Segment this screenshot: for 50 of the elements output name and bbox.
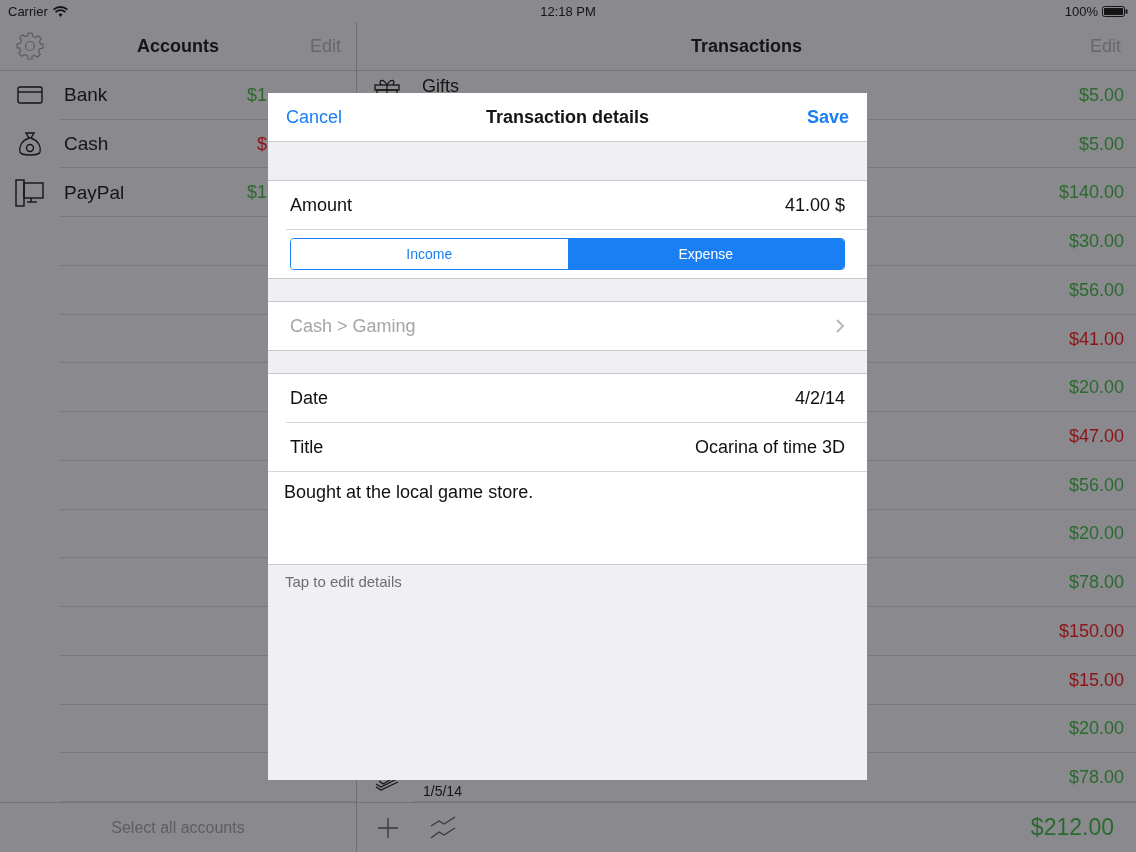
account-balance: $1 bbox=[246, 182, 268, 204]
segment-tab[interactable]: Expense bbox=[567, 239, 844, 269]
account-balance: $1 bbox=[246, 84, 268, 106]
transaction-amount: $30.00 bbox=[1068, 231, 1125, 253]
computer-icon bbox=[15, 178, 45, 207]
transaction-amount: $150.00 bbox=[1058, 620, 1125, 642]
transaction-amount: $140.00 bbox=[1058, 182, 1125, 204]
transaction-amount: $20.00 bbox=[1068, 377, 1125, 399]
amount-label: Amount bbox=[290, 194, 353, 216]
account-name[interactable]: Cash bbox=[64, 133, 109, 156]
transaction-amount: $41.00 bbox=[1068, 328, 1125, 350]
clock-time: 12:18 PM bbox=[540, 3, 596, 19]
transaction-amount: $78.00 bbox=[1068, 572, 1125, 594]
account-name[interactable]: PayPal bbox=[64, 181, 125, 204]
battery-percentage: 100% bbox=[1064, 3, 1098, 19]
date-value[interactable]: 4/2/14 bbox=[794, 387, 845, 409]
transaction-amount: $20.00 bbox=[1068, 523, 1125, 545]
title-label: Title bbox=[290, 436, 324, 458]
hint-text: Tap to edit details bbox=[285, 573, 402, 590]
wifi-icon bbox=[52, 5, 68, 17]
date-label: Date bbox=[290, 387, 329, 409]
transaction-amount: $56.00 bbox=[1068, 474, 1125, 496]
transaction-amount: $5.00 bbox=[1078, 84, 1125, 106]
save-button[interactable]: Save bbox=[806, 106, 849, 128]
transactions-title: Transactions bbox=[691, 35, 802, 57]
transaction-amount: $20.00 bbox=[1068, 718, 1125, 740]
amount-value[interactable]: 41.00 $ bbox=[784, 194, 845, 216]
transaction-amount: $47.00 bbox=[1068, 426, 1125, 447]
account-balance: $ bbox=[257, 133, 268, 155]
cancel-button[interactable]: Cancel bbox=[286, 106, 343, 128]
transaction-amount: $15.00 bbox=[1068, 669, 1125, 691]
battery-icon bbox=[1102, 5, 1128, 17]
transaction-amount: $56.00 bbox=[1068, 279, 1125, 301]
accounts-title: Accounts bbox=[137, 35, 219, 57]
transaction-title: Gifts bbox=[422, 76, 459, 97]
category-path[interactable]: Cash > Gaming bbox=[290, 315, 416, 337]
dialog-title: Transaction details bbox=[485, 106, 650, 128]
account-name[interactable]: Bank bbox=[64, 84, 108, 107]
chevron-icon bbox=[836, 319, 845, 333]
money-bag-icon bbox=[17, 130, 43, 159]
transaction-date: 1/5/14 bbox=[423, 783, 462, 799]
credit-card-icon bbox=[17, 85, 43, 106]
title-value[interactable]: Ocarina of time 3D bbox=[694, 436, 845, 458]
notes-text[interactable]: Bought at the local game store. bbox=[284, 482, 534, 503]
carrier-label: Carrier bbox=[8, 3, 48, 19]
total-balance: $212.00 bbox=[1030, 814, 1115, 841]
transaction-amount: $78.00 bbox=[1068, 767, 1125, 789]
add-icon[interactable] bbox=[377, 816, 399, 839]
transaction-amount: $5.00 bbox=[1078, 133, 1125, 155]
settings-icon[interactable] bbox=[15, 31, 45, 61]
